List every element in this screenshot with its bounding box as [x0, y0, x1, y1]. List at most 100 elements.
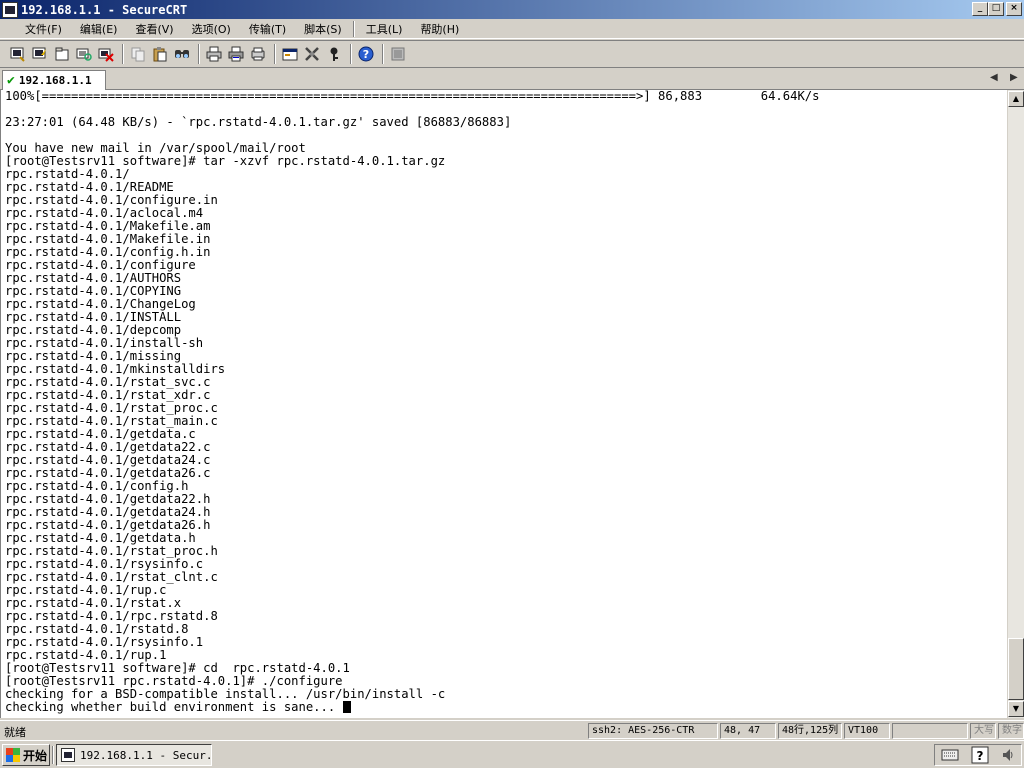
terminal-line: rpc.rstatd-4.0.1/rup.c	[5, 583, 167, 597]
help-tray-icon[interactable]: ?	[971, 746, 989, 764]
toolbar-separator	[198, 44, 200, 64]
scroll-thumb[interactable]	[1008, 638, 1024, 700]
terminal-line: rpc.rstatd-4.0.1/Makefile.in	[5, 232, 211, 246]
menu-edit[interactable]: 编辑(E)	[71, 21, 127, 37]
toolbar-separator	[122, 44, 124, 64]
session-options-icon[interactable]	[280, 44, 300, 64]
terminal-line: checking whether build environment is sa…	[5, 700, 343, 714]
lock-icon[interactable]	[388, 44, 408, 64]
status-bar: 就绪 ssh2: AES-256-CTR 48, 47 48行,125列 VT1…	[0, 720, 1024, 740]
menu-bar: 文件(F) 编辑(E) 查看(V) 选项(O) 传输(T) 脚本(S) 工具(L…	[0, 19, 1024, 39]
terminal-line: rpc.rstatd-4.0.1/getdata22.c	[5, 440, 211, 454]
terminal-line: rpc.rstatd-4.0.1/getdata22.h	[5, 492, 211, 506]
terminal-line: rpc.rstatd-4.0.1/getdata.h	[5, 531, 196, 545]
terminal-line: rpc.rstatd-4.0.1/rstat_xdr.c	[5, 388, 211, 402]
terminal-line: rpc.rstatd-4.0.1/getdata.c	[5, 427, 196, 441]
printer-setup-icon[interactable]	[248, 44, 268, 64]
terminal-line: rpc.rstatd-4.0.1/getdata24.c	[5, 453, 211, 467]
securecrt-app-icon[interactable]	[2, 1, 18, 18]
terminal-line: rpc.rstatd-4.0.1/configure.in	[5, 193, 218, 207]
global-options-icon[interactable]	[302, 44, 322, 64]
terminal-line: rpc.rstatd-4.0.1/getdata24.h	[5, 505, 211, 519]
quick-connect-icon[interactable]	[30, 44, 50, 64]
volume-icon[interactable]	[1001, 747, 1015, 763]
terminal-line: [root@Testsrv11 software]# cd rpc.rstatd…	[5, 661, 350, 675]
menu-help[interactable]: 帮助(H)	[411, 21, 468, 37]
menu-separator	[352, 20, 355, 37]
terminal-line: rpc.rstatd-4.0.1/configure	[5, 258, 196, 272]
terminal-line: rpc.rstatd-4.0.1/rsysinfo.c	[5, 557, 204, 571]
print-selection-icon[interactable]	[226, 44, 246, 64]
close-button[interactable]: ×	[1006, 2, 1022, 16]
terminal-line: [root@Testsrv11 software]# tar -xzvf rpc…	[5, 154, 446, 168]
minimize-button[interactable]: _	[972, 2, 988, 16]
terminal-cursor	[342, 701, 351, 713]
menu-script[interactable]: 脚本(S)	[295, 21, 351, 37]
connected-check-icon: ✔	[7, 73, 15, 88]
help-icon[interactable]: ?	[356, 44, 376, 64]
status-cipher: ssh2: AES-256-CTR	[588, 723, 718, 739]
tab-scroll-left-icon[interactable]: ◀	[990, 72, 998, 83]
taskbar-separator	[52, 746, 54, 764]
terminal-line: rpc.rstatd-4.0.1/mkinstalldirs	[5, 362, 226, 376]
title-bar: 192.168.1.1 - SecureCRT _ □ ×	[0, 0, 1024, 19]
terminal-line: rpc.rstatd-4.0.1/AUTHORS	[5, 271, 182, 285]
connect-icon[interactable]	[8, 44, 28, 64]
start-label: 开始	[23, 748, 48, 763]
terminal-line: rpc.rstatd-4.0.1/rstat_proc.h	[5, 544, 218, 558]
status-terminal-size: 48行,125列	[778, 723, 842, 739]
menu-file[interactable]: 文件(F)	[16, 21, 71, 37]
reconnect-icon[interactable]	[74, 44, 94, 64]
terminal-line: rpc.rstatd-4.0.1/missing	[5, 349, 182, 363]
paste-icon[interactable]	[150, 44, 170, 64]
terminal-line: rpc.rstatd-4.0.1/rstat_svc.c	[5, 375, 211, 389]
svg-text:?: ?	[977, 749, 984, 763]
terminal-line: 23:27:01 (64.48 KB/s) - `rpc.rstatd-4.0.…	[5, 115, 512, 129]
connect-tab-icon[interactable]	[52, 44, 72, 64]
terminal-output[interactable]: 100%[===================================…	[0, 90, 1007, 718]
terminal-line: rpc.rstatd-4.0.1/rstatd.8	[5, 622, 189, 636]
taskbar-item-securecrt[interactable]: 192.168.1.1 - Secur...	[56, 744, 212, 766]
toolbar: ?	[0, 40, 1024, 68]
keyboard-icon[interactable]	[941, 748, 959, 762]
securecrt-task-icon	[61, 748, 75, 762]
keymap-icon[interactable]	[324, 44, 344, 64]
scroll-down-icon[interactable]: ▼	[1008, 701, 1024, 717]
terminal-line: rpc.rstatd-4.0.1/rstat.x	[5, 596, 182, 610]
terminal-line: rpc.rstatd-4.0.1/Makefile.am	[5, 219, 211, 233]
terminal-line: rpc.rstatd-4.0.1/config.h	[5, 479, 189, 493]
menu-transfer[interactable]: 传输(T)	[240, 21, 295, 37]
terminal-line: 100%[===================================…	[5, 90, 820, 103]
terminal-line: rpc.rstatd-4.0.1/INSTALL	[5, 310, 182, 324]
terminal-line: rpc.rstatd-4.0.1/README	[5, 180, 174, 194]
terminal-line: rpc.rstatd-4.0.1/rstat_clnt.c	[5, 570, 218, 584]
system-tray: ?	[934, 744, 1022, 766]
disconnect-icon[interactable]	[96, 44, 116, 64]
menu-tools[interactable]: 工具(L)	[357, 21, 412, 37]
session-tab-bar: ✔ 192.168.1.1 ◀ ▶	[0, 68, 1024, 90]
status-caps: 大写	[970, 723, 996, 739]
status-emulation: VT100	[844, 723, 890, 739]
scroll-up-icon[interactable]: ▲	[1008, 91, 1024, 107]
toolbar-separator	[274, 44, 276, 64]
start-button[interactable]: 开始	[2, 744, 50, 766]
windows-flag-icon	[6, 748, 20, 762]
tab-label: 192.168.1.1	[18, 74, 92, 87]
menu-options[interactable]: 选项(O)	[183, 21, 240, 37]
window-title: 192.168.1.1 - SecureCRT	[21, 2, 188, 17]
toolbar-separator	[350, 44, 352, 64]
terminal-line: rpc.rstatd-4.0.1/COPYING	[5, 284, 182, 298]
terminal-line: rpc.rstatd-4.0.1/rstat_proc.c	[5, 401, 218, 415]
terminal-line: rpc.rstatd-4.0.1/aclocal.m4	[5, 206, 204, 220]
restore-button[interactable]: □	[988, 2, 1004, 16]
svg-text:?: ?	[363, 48, 369, 61]
menu-view[interactable]: 查看(V)	[126, 21, 182, 37]
copy-icon[interactable]	[128, 44, 148, 64]
print-icon[interactable]	[204, 44, 224, 64]
terminal-line: rpc.rstatd-4.0.1/install-sh	[5, 336, 204, 350]
tab-session[interactable]: ✔ 192.168.1.1	[2, 70, 106, 90]
vertical-scrollbar[interactable]: ▲ ▼	[1007, 90, 1024, 718]
find-icon[interactable]	[172, 44, 192, 64]
tab-scroll-right-icon[interactable]: ▶	[1010, 72, 1018, 83]
window-controls: _ □ ×	[972, 2, 1022, 16]
